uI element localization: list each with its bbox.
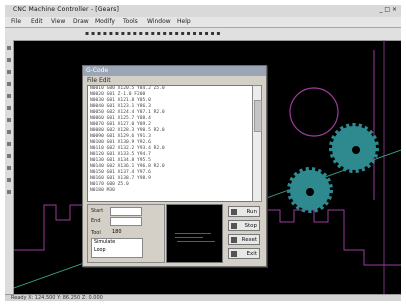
tool-icon[interactable] (7, 118, 11, 122)
tool-options[interactable]: Simulate Loop (91, 238, 143, 258)
tool-icon[interactable] (7, 178, 11, 182)
tool-icon[interactable] (7, 58, 11, 62)
tool-icon[interactable] (7, 46, 11, 50)
preview-trace (177, 241, 215, 242)
menu-item-file[interactable]: File (11, 18, 21, 25)
dialog-title: G-Code (86, 67, 109, 74)
preview-trace (175, 237, 203, 238)
part-outline-right (265, 209, 401, 266)
dialog-title-bar[interactable]: G-Code (83, 66, 266, 76)
exit-icon (231, 251, 237, 257)
tool-icon[interactable] (7, 190, 11, 194)
options-panel: Start 0 End 180 Tool Simulate Loop (87, 204, 165, 263)
menu-item-help[interactable]: Help (177, 18, 191, 25)
window-controls[interactable]: _ □ × (379, 6, 397, 13)
menu-item-draw[interactable]: Draw (73, 18, 89, 25)
menu-item-window[interactable]: Window (147, 18, 171, 25)
reset-icon (231, 237, 237, 243)
dialog-menu[interactable]: File Edit (87, 77, 111, 84)
tool-icon[interactable] (7, 142, 11, 146)
reset-button[interactable]: Reset (228, 234, 260, 245)
menu-item-edit[interactable]: Edit (31, 18, 43, 25)
tool-icon[interactable] (7, 166, 11, 170)
log-line: N0180 M30 (90, 188, 115, 193)
preview-trace (175, 233, 211, 234)
tool-icon[interactable] (7, 154, 11, 158)
run-button[interactable]: Run (228, 206, 260, 217)
left-toolbar[interactable] (5, 40, 14, 294)
gear-large (329, 123, 379, 173)
tool-icon[interactable] (7, 94, 11, 98)
tool-icon[interactable] (7, 82, 11, 86)
simulate-checkbox[interactable]: Simulate (94, 240, 115, 245)
run-icon (231, 209, 237, 215)
menu-item-view[interactable]: View (51, 18, 65, 25)
toolpath-preview (166, 204, 223, 263)
gcode-log[interactable]: N0010 G00 X120.5 Y84.2 Z5.0 N0020 G01 Z-… (87, 85, 254, 202)
loop-checkbox[interactable]: Loop (94, 248, 106, 253)
end-field[interactable]: 180 (110, 217, 142, 235)
menu-item-tools[interactable]: Tools (123, 18, 138, 25)
tool-icon[interactable] (7, 130, 11, 134)
stop-button[interactable]: Stop (228, 220, 260, 231)
status-text: Ready X: 124.500 Y: 86.250 Z: 0.000 (11, 295, 103, 301)
gcode-dialog: G-Code File Edit N0010 G00 X120.5 Y84.2 … (82, 65, 267, 267)
toolbar-buttons[interactable]: ▪ ▪ ▪ ▪ ▪ ▪ ▪ ▪ ▪ ▪ ▪ ▪ ▪ ▪ ▪ ▪ ▪ ▪ ▪ ▪ … (85, 30, 221, 37)
log-scrollbar[interactable] (252, 85, 262, 202)
end-label: End (91, 218, 101, 224)
start-field[interactable]: 0 (110, 207, 142, 225)
menu-item-modify[interactable]: Modify (95, 18, 115, 25)
tool-icon[interactable] (7, 70, 11, 74)
window-title: CNC Machine Controller - [Gears] (13, 6, 119, 13)
stop-icon (231, 223, 237, 229)
exit-button[interactable]: Exit (228, 248, 260, 259)
tool-icon[interactable] (7, 106, 11, 110)
menu-bar: File Edit View Draw Modify Tools Window … (5, 17, 401, 28)
part-outline (14, 204, 88, 251)
gear-small (287, 167, 333, 213)
scrollbar-thumb[interactable] (254, 100, 262, 132)
start-label: Start (91, 208, 104, 214)
bore-circle (289, 87, 339, 137)
tool-label: Tool (91, 230, 101, 236)
status-bar: Ready X: 124.500 Y: 86.250 Z: 0.000 (5, 294, 401, 301)
